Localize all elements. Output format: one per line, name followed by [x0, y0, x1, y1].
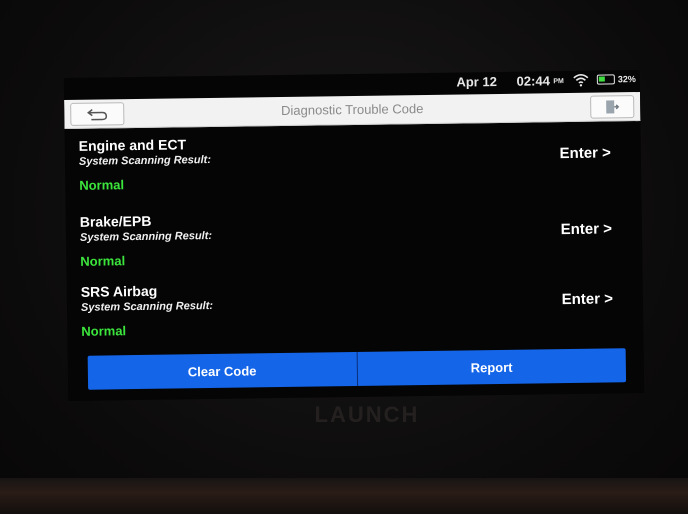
bottom-action-bar: Clear Code Report [87, 348, 627, 390]
scan-result-value: Normal [79, 177, 125, 193]
system-name: Engine and ECT [78, 136, 187, 154]
status-date: Apr 12 [456, 73, 497, 90]
title-bar: Diagnostic Trouble Code [64, 91, 641, 130]
system-row-srs: SRS Airbag System Scanning Result: Norma… [67, 276, 644, 356]
scan-result-label: System Scanning Result: [79, 229, 213, 244]
device-frame-edge [0, 478, 688, 514]
enter-button-srs[interactable]: Enter > [562, 290, 614, 308]
scan-result-label: System Scanning Result: [80, 299, 214, 314]
enter-button-brake[interactable]: Enter > [561, 220, 613, 238]
device-screen: Apr 12 02:44 PM 32% Diagnostic Trouble C… [63, 69, 645, 402]
clear-code-button[interactable]: Clear Code [88, 352, 357, 390]
battery-percentage: 32% [617, 74, 636, 85]
system-name: SRS Airbag [80, 282, 158, 300]
status-time: 02:44 [516, 73, 550, 89]
exit-door-icon [606, 100, 620, 114]
enter-button-engine[interactable]: Enter > [559, 144, 611, 162]
scan-result-value: Normal [80, 253, 126, 269]
system-row-brake: Brake/EPB System Scanning Result: Normal… [66, 206, 643, 286]
scan-result-label: System Scanning Result: [78, 153, 212, 168]
status-ampm: PM [553, 78, 564, 86]
system-row-engine: Engine and ECT System Scanning Result: N… [65, 130, 642, 210]
report-button[interactable]: Report [357, 348, 626, 386]
page-title: Diagnostic Trouble Code [280, 101, 424, 119]
system-name: Brake/EPB [79, 212, 152, 230]
wifi-icon [573, 74, 589, 87]
scan-result-value: Normal [81, 323, 127, 339]
battery-icon [596, 74, 615, 85]
brand-logo: LAUNCH [314, 402, 420, 427]
exit-button[interactable] [590, 95, 635, 119]
